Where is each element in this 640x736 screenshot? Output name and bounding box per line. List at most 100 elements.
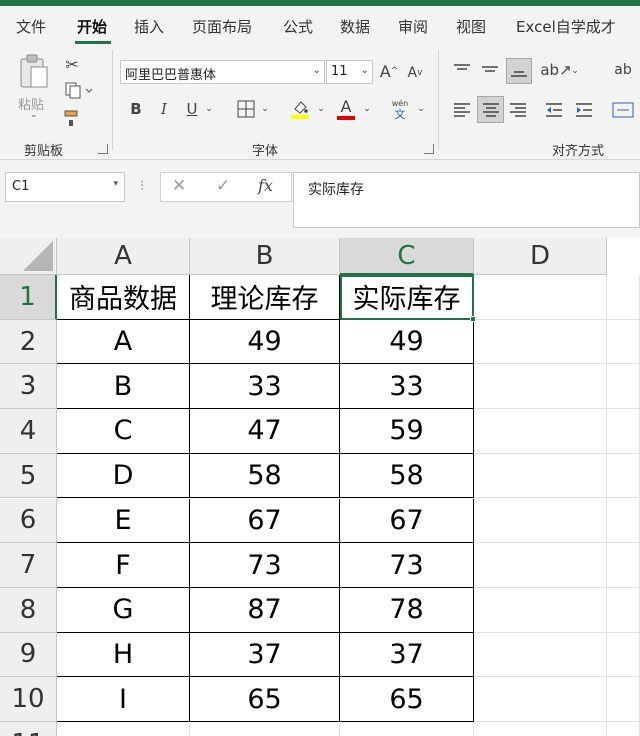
- insert-function-icon[interactable]: fx: [258, 176, 273, 195]
- cell-b9[interactable]: 37: [190, 632, 340, 678]
- font-launcher-icon[interactable]: [424, 144, 434, 154]
- cell-b11[interactable]: [190, 722, 340, 736]
- tab-formulas[interactable]: 公式: [283, 16, 313, 37]
- name-box[interactable]: C1 ▾: [5, 172, 125, 202]
- tab-page-layout[interactable]: 页面布局: [192, 16, 252, 37]
- cell-c4[interactable]: 59: [340, 409, 474, 454]
- fill-handle[interactable]: [470, 315, 476, 322]
- row-header-8[interactable]: 8: [0, 587, 57, 633]
- row-header-3[interactable]: 3: [0, 364, 57, 410]
- cell-c2[interactable]: 49: [340, 319, 474, 365]
- copy-icon[interactable]: [62, 80, 96, 100]
- cell-c1[interactable]: 实际库存: [340, 275, 474, 320]
- increase-indent-icon[interactable]: [572, 98, 596, 122]
- chevron-down-icon[interactable]: ⌄: [314, 100, 328, 118]
- tab-data[interactable]: 数据: [340, 16, 370, 37]
- cell-d4[interactable]: [474, 409, 607, 454]
- cell-e1[interactable]: [607, 275, 640, 320]
- cell-e8[interactable]: [607, 587, 640, 633]
- orientation-icon[interactable]: ab↗: [540, 58, 571, 82]
- cell-c11[interactable]: [340, 722, 474, 736]
- cell-e11[interactable]: [607, 722, 640, 736]
- cell-c9[interactable]: 37: [340, 632, 474, 678]
- row-header-10[interactable]: 10: [0, 677, 57, 722]
- cell-a6[interactable]: E: [57, 498, 190, 544]
- bold-button[interactable]: B: [126, 98, 146, 120]
- cell-d5[interactable]: [474, 453, 607, 499]
- cell-c5[interactable]: 58: [340, 453, 474, 499]
- cell-d3[interactable]: [474, 364, 607, 410]
- phonetic-guide-icon[interactable]: wén 文: [386, 96, 414, 122]
- row-header-4[interactable]: 4: [0, 409, 57, 454]
- bottom-align-icon[interactable]: [506, 58, 532, 84]
- chevron-down-icon[interactable]: ⌄: [568, 62, 582, 80]
- middle-align-icon[interactable]: [478, 58, 502, 82]
- column-header-c[interactable]: C: [340, 238, 474, 275]
- cell-d11[interactable]: [474, 722, 607, 736]
- cell-a3[interactable]: B: [57, 364, 190, 410]
- decrease-indent-icon[interactable]: [542, 98, 566, 122]
- cancel-icon[interactable]: ✕: [172, 176, 186, 196]
- cell-b1[interactable]: 理论库存: [190, 275, 340, 320]
- tab-insert[interactable]: 插入: [134, 16, 164, 37]
- cell-e3[interactable]: [607, 364, 640, 410]
- cell-c10[interactable]: 65: [340, 677, 474, 722]
- cell-d1[interactable]: [474, 275, 607, 320]
- cell-b5[interactable]: 58: [190, 453, 340, 499]
- cell-b4[interactable]: 47: [190, 409, 340, 454]
- enter-icon[interactable]: ✓: [216, 176, 230, 196]
- paste-dropdown-icon[interactable]: ⌄: [30, 110, 38, 120]
- cell-e6[interactable]: [607, 498, 640, 544]
- paste-icon[interactable]: [16, 52, 52, 92]
- font-size-select[interactable]: 11 ⌄: [326, 60, 373, 84]
- cell-b2[interactable]: 49: [190, 319, 340, 365]
- cell-a1[interactable]: 商品数据: [57, 275, 190, 320]
- cut-icon[interactable]: ✂: [62, 54, 82, 74]
- tab-excel-zixue[interactable]: Excel自学成才: [516, 16, 616, 37]
- cell-c3[interactable]: 33: [340, 364, 474, 410]
- cell-b8[interactable]: 87: [190, 587, 340, 633]
- cell-a2[interactable]: A: [57, 319, 190, 365]
- row-header-6[interactable]: 6: [0, 498, 57, 544]
- cell-d9[interactable]: [474, 632, 607, 678]
- top-align-icon[interactable]: [450, 58, 474, 82]
- row-header-1[interactable]: 1: [0, 275, 57, 320]
- chevron-down-icon[interactable]: ⌄: [360, 100, 374, 118]
- cell-e7[interactable]: [607, 543, 640, 588]
- align-left-icon[interactable]: [450, 98, 474, 122]
- chevron-down-icon[interactable]: ⌄: [258, 100, 272, 118]
- tab-view[interactable]: 视图: [456, 16, 486, 37]
- align-center-icon[interactable]: [477, 96, 504, 123]
- cell-e4[interactable]: [607, 409, 640, 454]
- row-header-9[interactable]: 9: [0, 632, 57, 678]
- tab-home[interactable]: 开始: [77, 16, 107, 37]
- row-header-2[interactable]: 2: [0, 319, 57, 365]
- font-name-select[interactable]: 阿里巴巴普惠体 ⌄: [120, 60, 325, 84]
- cell-a11[interactable]: [57, 722, 190, 736]
- wrap-text-icon[interactable]: ab: [608, 58, 638, 82]
- cell-b10[interactable]: 65: [190, 677, 340, 722]
- cell-a7[interactable]: F: [57, 543, 190, 588]
- cell-e9[interactable]: [607, 632, 640, 678]
- cell-a10[interactable]: I: [57, 677, 190, 722]
- cell-d10[interactable]: [474, 677, 607, 722]
- cell-b6[interactable]: 67: [190, 498, 340, 544]
- cell-c6[interactable]: 67: [340, 498, 474, 544]
- borders-icon[interactable]: [234, 98, 258, 120]
- chevron-down-icon[interactable]: ⌄: [202, 100, 216, 118]
- select-all-button[interactable]: [0, 238, 57, 275]
- italic-button[interactable]: I: [154, 98, 174, 120]
- underline-button[interactable]: U: [182, 98, 202, 120]
- cell-e5[interactable]: [607, 453, 640, 499]
- cell-a9[interactable]: H: [57, 632, 190, 678]
- cell-a4[interactable]: C: [57, 409, 190, 454]
- cell-b7[interactable]: 73: [190, 543, 340, 588]
- font-color-icon[interactable]: A: [334, 96, 358, 122]
- cell-a5[interactable]: D: [57, 453, 190, 499]
- cell-d8[interactable]: [474, 587, 607, 633]
- column-header-b[interactable]: B: [190, 238, 340, 275]
- decrease-font-icon[interactable]: Av: [404, 62, 426, 84]
- align-right-icon[interactable]: [506, 98, 530, 122]
- cell-e2[interactable]: [607, 319, 640, 365]
- cell-d2[interactable]: [474, 319, 607, 365]
